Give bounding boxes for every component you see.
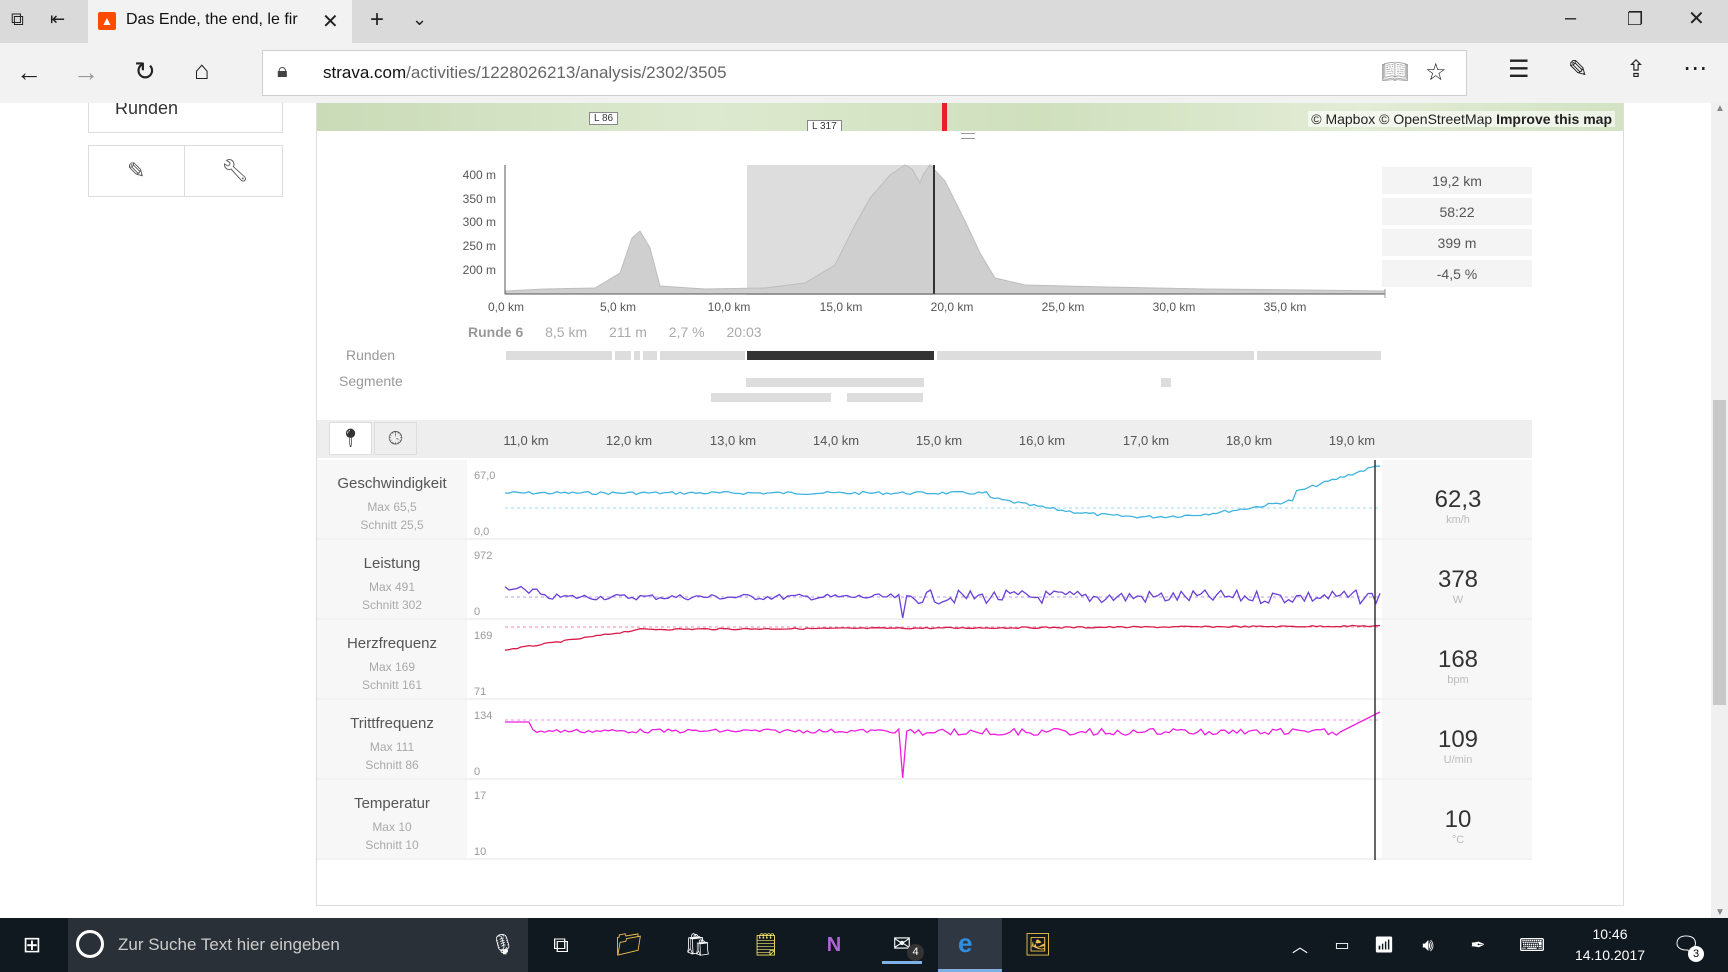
touch-keyboard-icon[interactable]: ⌨ xyxy=(1512,926,1552,964)
notification-badge: 3 xyxy=(1688,946,1704,962)
close-tab-icon[interactable]: ✕ xyxy=(322,9,339,34)
cortana-icon xyxy=(76,930,104,958)
active-tab[interactable]: ▲ Das Ende, the end, le fir ✕ xyxy=(88,0,352,43)
back-icon[interactable]: ← xyxy=(16,59,42,85)
action-center-icon[interactable]: 🗨︎ 3 xyxy=(1666,926,1706,964)
url-text: strava.com/activities/1228026213/analysi… xyxy=(323,63,727,83)
battery-icon[interactable]: ▭ xyxy=(1322,926,1362,964)
strava-favicon-icon: ▲ xyxy=(98,12,116,30)
metric-stream-line xyxy=(504,624,1381,651)
cortana-search[interactable]: Zur Suche Text hier eingeben 🎙︎ xyxy=(68,918,528,972)
metric-stream-line xyxy=(505,711,1381,779)
page-scrollbar[interactable]: ▲ ▼ xyxy=(1711,103,1728,918)
clock-date: 14.10.2017 xyxy=(1574,947,1646,963)
search-placeholder: Zur Suche Text hier eingeben xyxy=(118,935,340,954)
more-icon[interactable]: ⋯ xyxy=(1683,57,1707,81)
tab-title: Das Ende, the end, le fir xyxy=(126,11,298,28)
set-aside-tabs-icon[interactable]: ⇤ xyxy=(50,10,65,28)
windows-logo-icon: ⊞ xyxy=(22,932,42,957)
web-note-icon[interactable]: ✎ xyxy=(1568,58,1588,82)
mail-badge: 4 xyxy=(907,944,924,961)
restore-icon[interactable]: ❐ xyxy=(1627,10,1643,28)
url-path: /activities/1228026213/analysis/2302/350… xyxy=(406,63,727,82)
scroll-down-icon[interactable]: ▼ xyxy=(1715,907,1725,918)
windows-taskbar: ⊞ Zur Suche Text hier eingeben 🎙︎ ⧉ 📁︎ 🛍… xyxy=(0,918,1728,972)
microphone-icon[interactable]: 🎙︎ xyxy=(490,932,515,957)
tab-preview-chevron-icon[interactable]: ⌄ xyxy=(412,10,427,28)
start-button[interactable]: ⊞ xyxy=(12,926,52,964)
close-window-icon[interactable]: ✕ xyxy=(1688,9,1705,29)
forward-icon[interactable]: → xyxy=(73,59,99,85)
stream-charts[interactable] xyxy=(0,103,1728,918)
sticky-notes-icon[interactable]: 🗒︎ xyxy=(746,926,786,964)
url-domain: strava.com xyxy=(323,63,407,82)
scroll-up-icon[interactable]: ▲ xyxy=(1715,103,1725,114)
scrollbar-thumb[interactable] xyxy=(1713,400,1726,705)
metric-stream-line xyxy=(504,465,1381,519)
onenote-icon[interactable]: N xyxy=(814,926,854,964)
share-icon[interactable]: ⇪ xyxy=(1626,58,1646,82)
clock[interactable]: 10:46 14.10.2017 xyxy=(1565,924,1655,966)
tab-bar: ⧉ ⇤ ▲ Das Ende, the end, le fir ✕ + ⌄ – … xyxy=(0,0,1728,43)
refresh-icon[interactable]: ↻ xyxy=(134,58,156,84)
address-bar[interactable]: 🔒︎ strava.com/activities/1228026213/anal… xyxy=(262,50,1467,96)
edge-icon: e xyxy=(958,928,973,958)
lock-icon: 🔒︎ xyxy=(277,60,288,82)
task-view-icon[interactable]: ⧉ xyxy=(541,926,581,964)
wifi-icon[interactable]: 📶︎ xyxy=(1364,926,1404,964)
mail-icon[interactable]: ✉ 4 xyxy=(882,926,924,964)
store-icon[interactable]: 🛍︎ xyxy=(678,926,718,964)
photos-icon[interactable]: 🖼︎ xyxy=(1018,926,1058,964)
reading-view-icon[interactable]: 📖︎ xyxy=(1381,59,1409,85)
page-content: Runden ✎ 🔧︎ L 86 L 317 © Mapbox © OpenSt… xyxy=(0,103,1728,918)
volume-icon[interactable]: 🔊︎ xyxy=(1408,926,1448,964)
metric-stream-line xyxy=(504,585,1381,619)
tab-list-icon[interactable]: ⧉ xyxy=(11,10,24,28)
favorite-star-icon[interactable]: ☆ xyxy=(1425,58,1447,87)
minimize-icon[interactable]: – xyxy=(1565,8,1576,28)
home-icon[interactable]: ⌂ xyxy=(194,57,210,83)
file-explorer-icon[interactable]: 📁︎ xyxy=(609,926,649,964)
favorites-hub-icon[interactable]: ☰ xyxy=(1508,58,1530,82)
pen-workspace-icon[interactable]: ✒ xyxy=(1458,926,1498,964)
edge-taskbar-active[interactable]: e xyxy=(938,918,1002,972)
clock-time: 10:46 xyxy=(1592,926,1628,942)
new-tab-icon[interactable]: + xyxy=(370,8,384,32)
show-hidden-icons[interactable]: ︿ xyxy=(1280,926,1320,964)
